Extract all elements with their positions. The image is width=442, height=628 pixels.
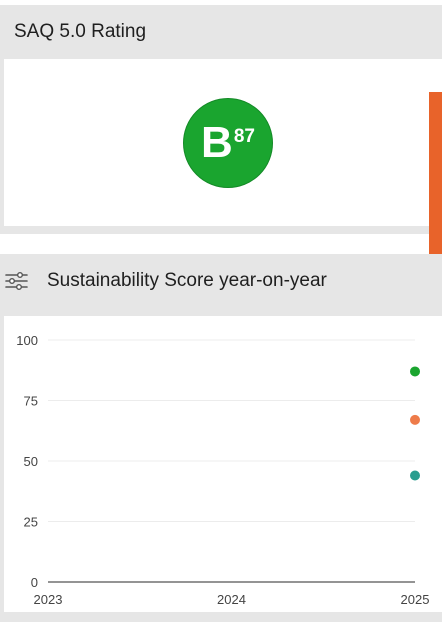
score-chart-body: 0 25 50 75 100 2023 2024 2025 bbox=[4, 316, 442, 612]
rating-panel-title: SAQ 5.0 Rating bbox=[14, 21, 147, 42]
x-tick-label: 2024 bbox=[217, 592, 246, 607]
data-point[interactable] bbox=[410, 470, 420, 481]
rating-badge: B 87 bbox=[183, 98, 273, 188]
score-panel-title: Sustainability Score year-on-year bbox=[47, 270, 327, 291]
y-tick-label: 100 bbox=[16, 333, 38, 348]
x-tick-label: 2025 bbox=[401, 592, 430, 607]
rating-panel-body: B 87 bbox=[4, 59, 442, 226]
y-tick-label: 75 bbox=[24, 394, 38, 409]
score-chart: 0 25 50 75 100 2023 2024 2025 bbox=[16, 333, 430, 607]
rating-panel-header: SAQ 5.0 Rating bbox=[0, 5, 442, 59]
y-tick-label: 0 bbox=[31, 575, 38, 590]
data-point[interactable] bbox=[410, 366, 420, 377]
rating-grade: B bbox=[201, 118, 233, 167]
x-tick-label: 2023 bbox=[34, 592, 63, 607]
side-drawer-tab[interactable] bbox=[429, 92, 442, 266]
score-panel-header: Sustainability Score year-on-year bbox=[0, 254, 442, 308]
sliders-icon[interactable] bbox=[5, 271, 29, 291]
y-tick-label: 50 bbox=[24, 454, 38, 469]
rating-score: 87 bbox=[233, 126, 255, 147]
data-point[interactable] bbox=[410, 414, 420, 425]
saq-rating-panel: SAQ 5.0 Rating B 87 bbox=[0, 5, 442, 234]
score-yoy-panel: Sustainability Score year-on-year 0 25 50 7… bbox=[0, 254, 442, 622]
y-tick-label: 25 bbox=[24, 515, 38, 530]
